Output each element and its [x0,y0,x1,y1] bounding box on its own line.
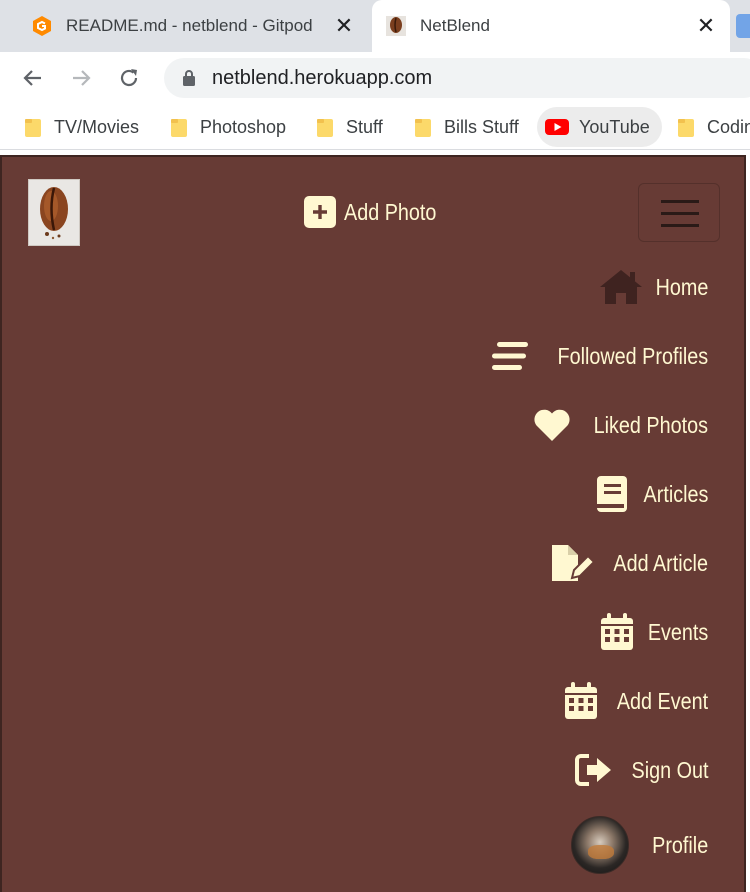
scrollbar[interactable] [746,155,750,892]
bookmark-photoshop[interactable]: Photoshop [170,107,286,147]
nav-item-followed-profiles[interactable]: Followed Profiles [491,334,708,378]
tab-title: NetBlend [420,16,490,35]
add-photo-label: Add Photo [344,198,437,225]
arrow-right-icon [73,70,91,86]
folder-icon [25,119,41,137]
lock-icon [183,70,195,86]
close-icon[interactable]: ✕ [332,14,356,38]
arrow-left-icon [23,70,41,86]
nav-item-liked-photos[interactable]: Liked Photos [533,403,708,447]
add-photo-link[interactable]: Add Photo [304,195,451,229]
back-button[interactable] [17,62,49,94]
brand-logo[interactable] [28,179,80,246]
site-navbar: Add Photo Home Followed Profiles Liked P… [0,155,746,892]
stream-icon [491,341,529,371]
folder-icon [171,119,187,137]
reload-icon [120,69,138,87]
nav-item-sign-out[interactable]: Sign Out [574,748,708,792]
bookmark-bills-stuff[interactable]: Bills Stuff [414,107,519,147]
nav-item-articles[interactable]: Articles [595,472,708,516]
browser-toolbar: netblend.herokuapp.com [0,52,750,104]
nav-item-home[interactable]: Home [599,265,708,309]
browser-tab-bar: README.md - netblend - Gitpod ✕ NetBlend… [0,0,750,52]
nav-item-events[interactable]: Events [600,610,708,654]
folder-icon [678,119,694,137]
heart-icon [533,408,571,442]
reload-button[interactable] [113,62,145,94]
browser-tab-active[interactable]: NetBlend ✕ [372,0,730,52]
nav-item-add-event[interactable]: Add Event [564,679,708,723]
tab-title: README.md - netblend - Gitpod [66,16,313,35]
nav-item-profile[interactable]: Profile [570,814,708,876]
calendar-icon [600,613,634,651]
gitpod-icon [30,14,54,38]
calendar-icon [564,682,598,720]
book-icon [595,475,629,513]
bookmark-youtube[interactable]: YouTube [537,107,662,147]
youtube-icon [545,119,569,135]
bookmarks-bar: TV/Movies Photoshop Stuff Bills Stuff Yo… [0,104,750,150]
plus-square-icon [304,196,336,228]
page-viewport: Add Photo Home Followed Profiles Liked P… [0,155,750,892]
hamburger-icon [661,200,699,203]
tab-overflow[interactable] [736,14,750,38]
navbar-toggler-button[interactable] [638,183,720,242]
nav-item-add-article[interactable]: Add Article [550,541,708,585]
close-icon[interactable]: ✕ [694,14,718,38]
bookmark-tv-movies[interactable]: TV/Movies [24,107,139,147]
folder-icon [415,119,431,137]
file-pen-icon [550,544,595,582]
sign-out-icon [574,753,615,787]
avatar [570,816,629,874]
coffee-bean-logo [40,187,68,240]
folder-icon [317,119,333,137]
coffee-bean-icon [384,14,408,38]
address-bar[interactable]: netblend.herokuapp.com [164,58,750,98]
bookmark-coding[interactable]: Codin [677,107,750,147]
home-icon [599,269,643,305]
url-text: netblend.herokuapp.com [212,66,433,89]
forward-button[interactable] [65,62,97,94]
bookmark-stuff[interactable]: Stuff [316,107,383,147]
browser-tab[interactable]: README.md - netblend - Gitpod ✕ [18,0,368,52]
